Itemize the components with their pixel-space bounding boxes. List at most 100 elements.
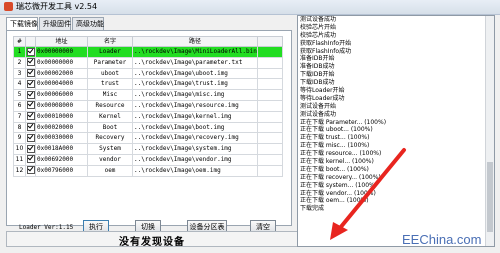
tab-advanced[interactable]: 高级功能 [72, 17, 104, 30]
tab-download-image[interactable]: 下载镜像 [6, 17, 38, 31]
row-index: 1 [13, 46, 26, 58]
table-row[interactable]: 12 0x00796000 oem ..\rockdev\Image\oem.img [13, 164, 283, 177]
row-name: Parameter [87, 56, 133, 69]
log-lines: 测试设备成功 校验芯片开始 校验芯片成功 获取FlashInfo开始 获取FlashIn… [298, 16, 494, 213]
row-name: vendor [87, 153, 133, 166]
table-row[interactable]: 7 0x00010000 Kernel ..\rockdev\Image\kernel… [13, 110, 283, 123]
checkbox[interactable] [27, 123, 35, 132]
row-address: 0x00006000 [35, 89, 88, 101]
row-address: 0x00008000 [35, 99, 88, 112]
row-checkbox[interactable] [25, 110, 36, 123]
row-browse[interactable] [257, 78, 283, 91]
row-path: ..\rockdev\Image\parameter.txt [132, 56, 258, 69]
row-path: ..\rockdev\Image\MiniLoaderAll.bin [132, 46, 258, 58]
row-name: Misc [87, 89, 133, 101]
table-row[interactable]: 8 0x00020000 Boot ..\rockdev\Image\boot.img [13, 121, 283, 134]
log-line: 正在下载 oem... (100%) [300, 197, 369, 205]
row-browse[interactable] [257, 164, 283, 177]
row-checkbox[interactable] [25, 89, 36, 101]
row-index: 2 [13, 56, 26, 69]
row-checkbox[interactable] [25, 132, 36, 145]
table-row[interactable]: 5 0x00006000 Misc ..\rockdev\Image\misc.img [13, 89, 283, 101]
row-path: ..\rockdev\Image\kernel.img [132, 110, 258, 123]
checkbox[interactable] [27, 166, 35, 175]
log-line: 获取FlashInfo开始 [300, 39, 352, 47]
tab-upgrade-firmware[interactable]: 升级固件 [39, 17, 71, 30]
row-browse[interactable] [257, 110, 283, 123]
log-line: 校验芯片成功 [300, 31, 337, 39]
column-header-path: 路径 [132, 36, 258, 47]
log-scroll-thumb[interactable] [487, 162, 493, 232]
table-row[interactable]: 2 0x00000000 Parameter ..\rockdev\Image\par… [13, 56, 283, 69]
table-row[interactable]: 1 0x00000000 Loader ..\rockdev\Image\MiniLo… [13, 46, 283, 58]
checkbox[interactable] [27, 69, 35, 78]
row-checkbox[interactable] [25, 143, 36, 155]
log-panel[interactable]: 测试设备成功 校验芯片开始 校验芯片成功 获取FlashInfo开始 获取FlashIn… [297, 15, 495, 247]
row-address: 0x00000000 [35, 56, 88, 69]
row-browse[interactable] [257, 153, 283, 166]
row-checkbox[interactable] [25, 78, 36, 91]
checkbox[interactable] [27, 144, 35, 153]
row-checkbox[interactable] [25, 56, 36, 69]
row-checkbox[interactable] [25, 121, 36, 134]
row-checkbox[interactable] [25, 67, 36, 80]
row-checkbox[interactable] [25, 99, 36, 112]
row-name: System [87, 143, 133, 155]
row-browse[interactable] [257, 121, 283, 134]
row-index: 8 [13, 121, 26, 134]
table-row[interactable]: 10 0x0018A000 System ..\rockdev\Image\syste… [13, 143, 283, 155]
log-line: 正在下载 resource... (100%) [300, 150, 382, 158]
log-line: 正在下载 recovery... (100%) [300, 173, 381, 181]
table-row[interactable]: 6 0x00008000 Resource ..\rockdev\Image\reso… [13, 99, 283, 112]
row-name: Resource [87, 99, 133, 112]
log-scrollbar[interactable] [485, 16, 494, 246]
row-name: Loader [87, 46, 133, 58]
row-name: uboot [87, 67, 133, 80]
row-path: ..\rockdev\Image\trust.img [132, 78, 258, 91]
row-path: ..\rockdev\Image\oem.img [132, 164, 258, 177]
row-path: ..\rockdev\Image\misc.img [132, 89, 258, 101]
table-row[interactable]: 9 0x00030000 Recovery ..\rockdev\Image\reco… [13, 132, 283, 145]
row-path: ..\rockdev\Image\system.img [132, 143, 258, 155]
checkbox[interactable] [27, 79, 35, 88]
row-index: 11 [13, 153, 26, 166]
watermark: EEChina.com [402, 232, 482, 247]
row-index: 5 [13, 89, 26, 101]
row-path: ..\rockdev\Image\uboot.img [132, 67, 258, 80]
checkbox[interactable] [27, 101, 35, 110]
row-address: 0x00796000 [35, 164, 88, 177]
row-browse[interactable] [257, 67, 283, 80]
log-line: 测试设备开始 [300, 102, 337, 110]
row-checkbox[interactable] [25, 164, 36, 177]
checkbox[interactable] [27, 112, 35, 121]
checkbox[interactable] [27, 155, 35, 164]
row-browse[interactable] [257, 143, 283, 155]
row-browse[interactable] [257, 89, 283, 101]
row-address: 0x0018A000 [35, 143, 88, 155]
row-browse[interactable] [257, 132, 283, 145]
loader-version: Loader Ver:1.15 [19, 224, 74, 231]
checkbox[interactable] [27, 90, 35, 99]
table-row[interactable]: 11 0x00692000 vendor ..\rockdev\Image\vendo… [13, 153, 283, 166]
table-row[interactable]: 3 0x00002000 uboot ..\rockdev\Image\uboot.i… [13, 67, 283, 80]
row-checkbox[interactable] [25, 46, 36, 58]
checkbox[interactable] [27, 58, 35, 67]
row-path: ..\rockdev\Image\recovery.img [132, 132, 258, 145]
row-name: Recovery [87, 132, 133, 145]
table-row[interactable]: 4 0x00004000 trust ..\rockdev\Image\trust.i… [13, 78, 283, 91]
download-panel: # 地址 名字 路径 1 0x00000000 Loader ..\rockdev\I… [6, 30, 292, 231]
column-header-address: 地址 [35, 36, 88, 47]
log-line: 下载完成 [300, 205, 325, 213]
checkbox[interactable] [27, 133, 35, 142]
row-index: 12 [13, 164, 26, 177]
checkbox[interactable] [27, 47, 35, 56]
row-browse[interactable] [257, 99, 283, 112]
row-browse[interactable] [257, 56, 283, 69]
device-status: 没有发现设备 [119, 237, 185, 248]
row-browse[interactable] [257, 46, 283, 58]
row-address: 0x00030000 [35, 132, 88, 145]
row-checkbox[interactable] [25, 153, 36, 166]
table-body: 1 0x00000000 Loader ..\rockdev\Image\MiniLo… [13, 46, 283, 177]
column-header-index: # [13, 36, 26, 47]
column-header-check [25, 36, 36, 47]
